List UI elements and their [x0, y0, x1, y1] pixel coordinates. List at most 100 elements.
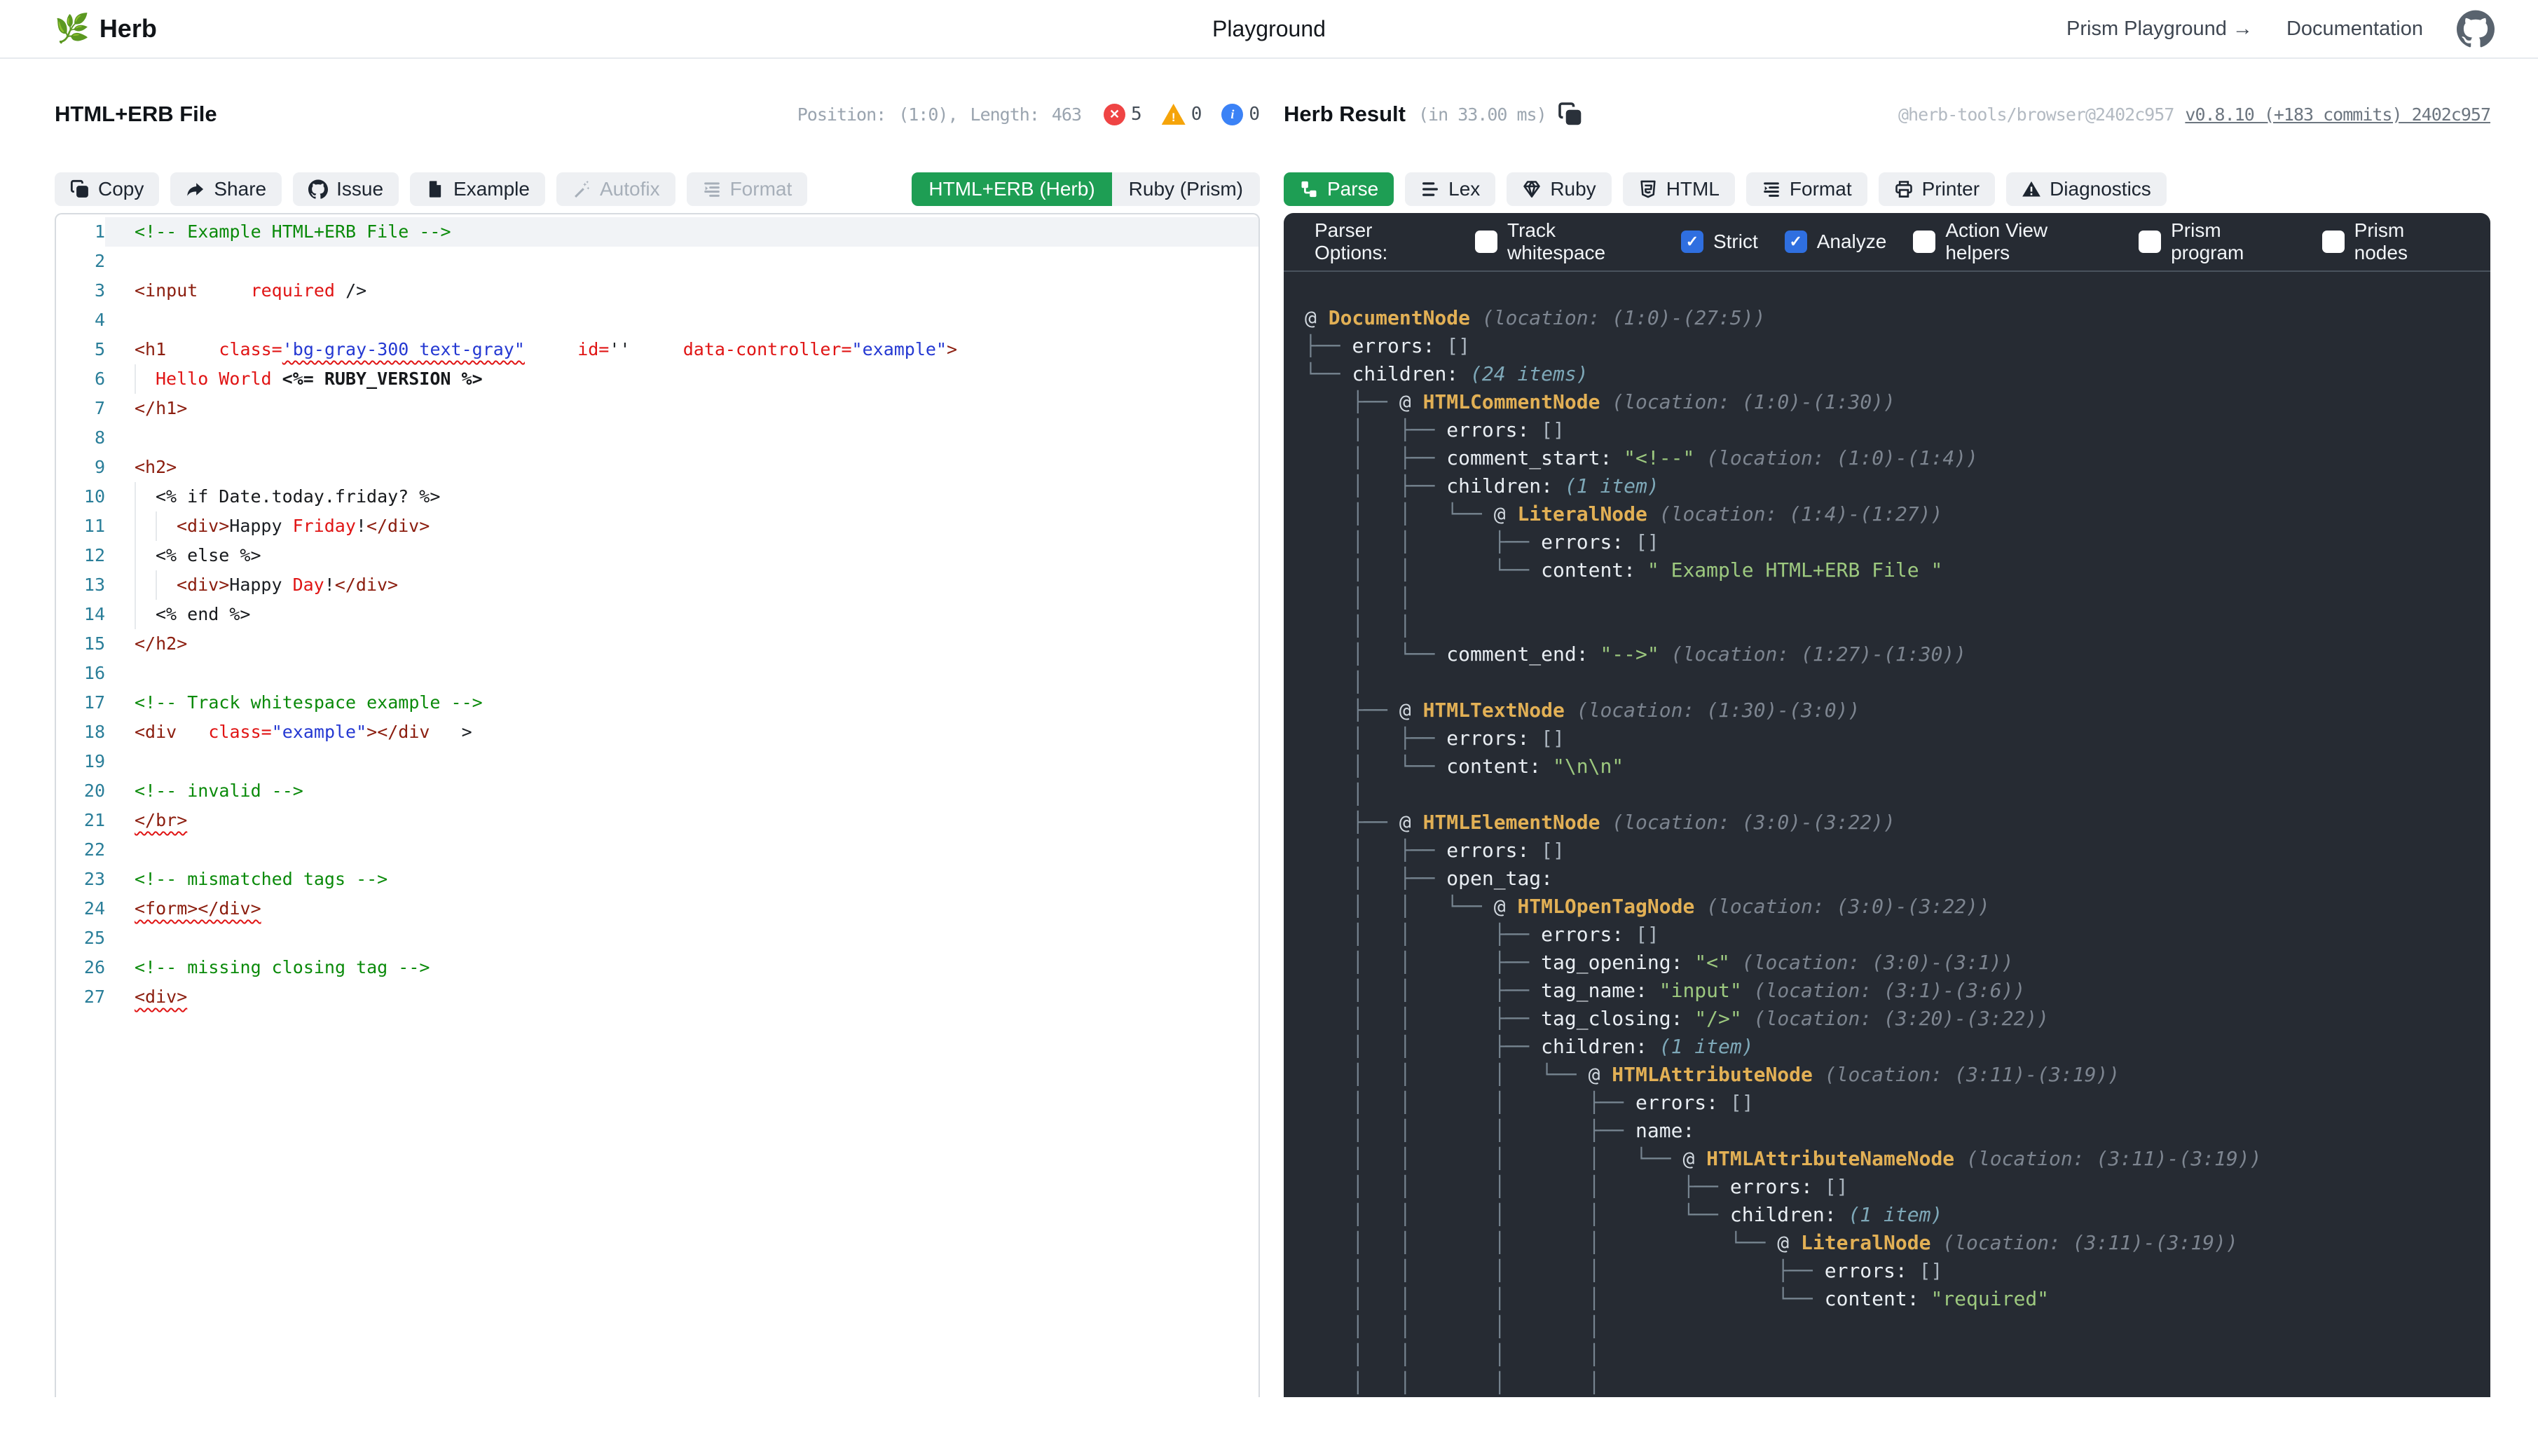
line-number: 27 — [56, 982, 105, 1012]
code-line: 7</h1> — [56, 394, 1258, 423]
code-line: 6Hello World <%= RUBY_VERSION %> — [56, 364, 1258, 394]
printer-button[interactable]: Printer — [1879, 172, 1995, 206]
code-line: 5<h1 class='bg-gray-300 text-gray" id=''… — [56, 335, 1258, 364]
code-line: 12<% else %> — [56, 541, 1258, 570]
brand-logo[interactable]: 🌿 Herb — [55, 14, 157, 43]
share-button[interactable]: Share — [170, 172, 282, 206]
file-icon — [425, 179, 445, 199]
format-button[interactable]: Format — [687, 172, 808, 206]
example-button-label: Example — [453, 178, 530, 200]
tree-row: │ ├── errors: [] — [1305, 416, 2476, 444]
checked-checkbox-icon: ✓ — [1681, 231, 1703, 253]
line-content: <!-- Track whitespace example --> — [105, 688, 1258, 717]
line-number: 26 — [56, 953, 105, 982]
tree-row: │ ├── errors: [] — [1305, 724, 2476, 753]
code-line: 1<!-- Example HTML+ERB File --> — [56, 217, 1258, 247]
copy-button[interactable]: Copy — [55, 172, 159, 206]
line-number: 20 — [56, 776, 105, 806]
info-badge: i 0 — [1221, 104, 1260, 125]
code-editor[interactable]: 1<!-- Example HTML+ERB File -->23<input … — [55, 213, 1260, 1397]
code-line: 26<!-- missing closing tag --> — [56, 953, 1258, 982]
tab-prism[interactable]: Ruby (Prism) — [1112, 172, 1260, 206]
code-line: 13<div>Happy Day!</div> — [56, 570, 1258, 600]
code-line: 25 — [56, 923, 1258, 953]
tab-herb[interactable]: HTML+ERB (Herb) — [912, 172, 1111, 206]
copy-result-icon[interactable] — [1558, 102, 1583, 127]
option-prism-nodes[interactable]: Prism nodes — [2322, 219, 2460, 264]
package-version: @herb-tools/browser@2402c957 — [1898, 104, 2174, 125]
source-tabs: HTML+ERB (Herb)Ruby (Prism) — [912, 172, 1260, 206]
lex-button[interactable]: Lex — [1405, 172, 1495, 206]
line-number: 23 — [56, 865, 105, 894]
printer-button-label: Printer — [1922, 178, 1980, 200]
line-number: 14 — [56, 600, 105, 629]
herb-playground-app: 🌿 Herb Playground Prism Playground → Doc… — [0, 0, 2538, 1456]
code-line: 4 — [56, 305, 1258, 335]
tree-row: │ │ │ │ — [1305, 1341, 2476, 1369]
line-content: <h2> — [105, 453, 1258, 482]
tree-row: │ — [1305, 781, 2476, 809]
line-content: <!-- missing closing tag --> — [105, 953, 1258, 982]
line-number: 24 — [56, 894, 105, 923]
unchecked-checkbox-icon — [1913, 231, 1935, 253]
line-number: 6 — [56, 364, 105, 394]
tree-row: ├── @ HTMLElementNode (location: (3:0)-(… — [1305, 809, 2476, 837]
autofix-button[interactable]: Autofix — [556, 172, 675, 206]
tree-row: │ ├── errors: [] — [1305, 837, 2476, 865]
tree-row: │ │ ├── tag_closing: "/>" (location: (3:… — [1305, 1005, 2476, 1033]
code-line: 15</h2> — [56, 629, 1258, 659]
format-icon — [702, 179, 722, 199]
source-subheader: HTML+ERB File Position: (1:0), Length: 4… — [55, 98, 1260, 130]
indent-guide — [135, 364, 156, 394]
warning-icon — [2022, 179, 2041, 199]
option-analyze[interactable]: ✓Analyze — [1785, 219, 1887, 264]
diagnostics-button[interactable]: Diagnostics — [2006, 172, 2167, 206]
info-count: 0 — [1249, 104, 1260, 125]
ruby-button[interactable]: Ruby — [1507, 172, 1611, 206]
tree-row: │ │ └── @ HTMLOpenTagNode (location: (3:… — [1305, 893, 2476, 921]
herb-leaf-icon: 🌿 — [55, 15, 90, 43]
option-action-view-helpers[interactable]: Action View helpers — [1913, 219, 2112, 264]
tree-row: │ │ │ │ └── @ LiteralNode (location: (3:… — [1305, 1229, 2476, 1257]
error-badge: ✕ 5 — [1104, 104, 1142, 125]
line-number: 17 — [56, 688, 105, 717]
tree-row: │ └── comment_end: "-->" (location: (1:2… — [1305, 640, 2476, 668]
format-button[interactable]: Format — [1746, 172, 1867, 206]
nav-prism-playground-link[interactable]: Prism Playground → — [2066, 18, 2253, 41]
printer-icon — [1894, 179, 1914, 199]
version-link[interactable]: v0.8.10 (+183 commits) 2402c957 — [2185, 104, 2490, 125]
code-line: 22 — [56, 835, 1258, 865]
line-content: <h1 class='bg-gray-300 text-gray" id='' … — [105, 335, 1258, 364]
line-number: 7 — [56, 394, 105, 423]
code-line: 11<div>Happy Friday!</div> — [56, 511, 1258, 541]
code-line: 23<!-- mismatched tags --> — [56, 865, 1258, 894]
ast-tree[interactable]: @ DocumentNode (location: (1:0)-(27:5))├… — [1284, 272, 2490, 1397]
parser-options-label: Parser Options: — [1315, 219, 1448, 264]
position-value: (1:0), — [898, 104, 957, 125]
code-line: 27<div> — [56, 982, 1258, 1012]
line-content: </h2> — [105, 629, 1258, 659]
line-number: 22 — [56, 835, 105, 865]
github-icon[interactable] — [2457, 10, 2495, 48]
indent-guide — [156, 570, 177, 600]
option-strict[interactable]: ✓Strict — [1681, 219, 1758, 264]
line-content: <!-- mismatched tags --> — [105, 865, 1258, 894]
tree-row: │ ├── open_tag: — [1305, 865, 2476, 893]
parse-button[interactable]: Parse — [1284, 172, 1394, 206]
tree-row: │ │ ├── errors: [] — [1305, 921, 2476, 949]
tree-row: │ ├── children: (1 item) — [1305, 472, 2476, 500]
example-button[interactable]: Example — [410, 172, 545, 206]
format-icon — [1762, 179, 1781, 199]
tree-row: │ │ │ │ ├── errors: [] — [1305, 1173, 2476, 1201]
html-button[interactable]: HTML — [1623, 172, 1735, 206]
option-track-whitespace[interactable]: Track whitespace — [1475, 219, 1654, 264]
line-number: 21 — [56, 806, 105, 835]
option-prism-program[interactable]: Prism program — [2139, 219, 2296, 264]
issue-button[interactable]: Issue — [293, 172, 399, 206]
line-number: 11 — [56, 511, 105, 541]
nav-documentation-link[interactable]: Documentation — [2286, 18, 2423, 41]
line-content: <% end %> — [105, 600, 1258, 629]
length-value: 463 — [1052, 104, 1081, 125]
line-content — [105, 659, 1258, 688]
share-button-label: Share — [214, 178, 266, 200]
